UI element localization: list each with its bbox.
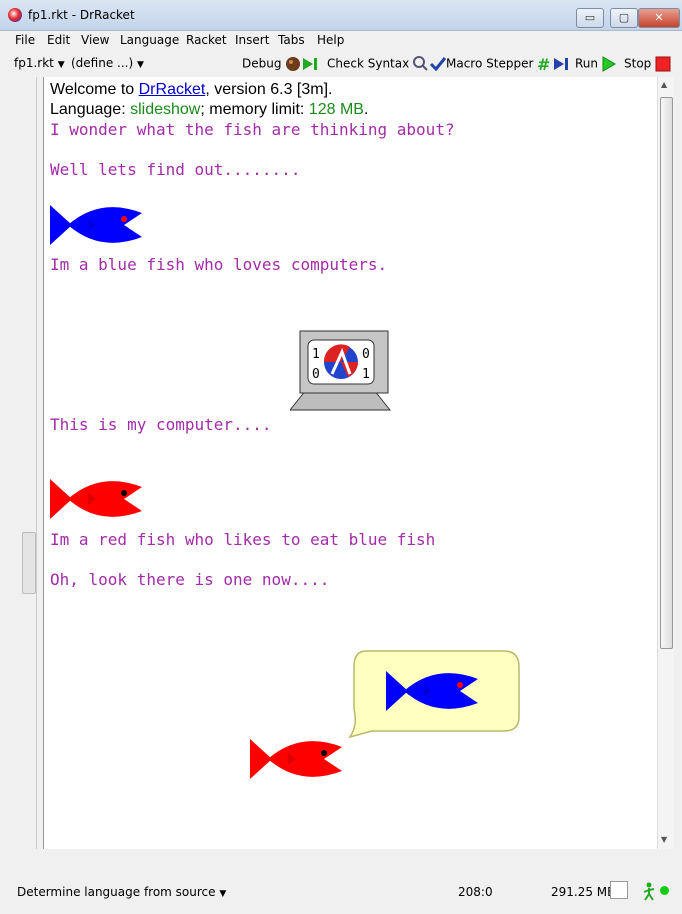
scroll-down-arrow-icon[interactable]: ▼ [661,835,667,844]
macro-stepper-label: Macro Stepper [446,56,534,71]
drracket-link[interactable]: DrRacket [139,81,206,98]
memory-limit: 128 MB [308,101,364,118]
menu-help[interactable]: Help [317,33,344,47]
menu-bar: File Edit View Language Racket Insert Ta… [0,31,682,51]
output-line: Oh, look there is one now.... [50,570,330,589]
panel-splitter-handle[interactable] [22,532,36,594]
welcome-suffix: , version 6.3 [3m]. [205,81,333,98]
title-bar: fp1.rkt - DrRacket ▭ ▢ ✕ [0,0,682,31]
menu-language[interactable]: Language [120,33,179,47]
check-syntax-label: Check Syntax [327,56,410,71]
macro-stepper-icon: # [537,56,569,72]
macro-stepper-button[interactable]: Macro Stepper # [446,56,573,72]
run-button[interactable]: Run [575,56,616,72]
language-mode-label: Determine language from source [17,885,216,899]
output-line: I wonder what the fish are thinking abou… [50,120,455,139]
welcome-prefix: Welcome to [50,81,139,98]
vertical-scrollbar[interactable]: ▲ ▼ [657,77,674,849]
language-prefix: Language: [50,101,131,118]
blue-fish-image [50,205,142,245]
debug-button[interactable]: Debug [242,56,319,72]
output-line: Im a blue fish who loves computers. [50,255,388,274]
chevron-down-icon: ▼ [137,60,144,70]
cursor-position: 208:0 [458,885,493,899]
play-icon [602,56,616,72]
red-fish-image [50,479,142,519]
computer-digit: 0 [362,347,370,362]
minimize-button[interactable]: ▭ [576,8,604,28]
file-selector-label: fp1.rkt [14,56,54,70]
toolbar: fp1.rkt ▼ (define ...) ▼ Debug Check Syn… [0,51,682,75]
language-mode-selector[interactable]: Determine language from source ▼ [17,885,226,899]
define-selector-label: (define ...) [71,56,134,70]
close-button[interactable]: ✕ [638,8,680,28]
stop-icon [655,56,671,72]
scrollbar-thumb[interactable] [660,97,673,649]
scroll-up-arrow-icon[interactable]: ▲ [661,80,667,89]
menu-racket[interactable]: Racket [186,33,227,47]
menu-file[interactable]: File [15,33,35,47]
debug-icon [286,57,318,71]
check-syntax-button[interactable]: Check Syntax [327,56,447,72]
run-label: Run [575,56,599,71]
define-selector[interactable]: (define ...) ▼ [71,56,144,70]
red-fish-in-scene [250,739,342,779]
left-gutter [8,77,37,849]
gc-indicator [610,881,628,899]
menu-edit[interactable]: Edit [47,33,70,47]
output-line: Well lets find out........ [50,160,301,179]
stop-label: Stop [624,56,652,71]
svg-text:#: # [537,56,550,72]
file-selector[interactable]: fp1.rkt ▼ [14,56,65,70]
running-person-icon [643,882,655,901]
language-line-end: . [363,101,369,118]
memory-usage[interactable]: 291.25 MB [551,885,615,899]
memory-prefix: ; memory limit: [200,101,309,118]
language-line: Language: slideshow; memory limit: 128 M… [50,101,368,119]
debug-label: Debug [242,56,282,71]
interactions-pane[interactable]: Welcome to DrRacket, version 6.3 [3m]. L… [43,77,658,849]
fish-thought-scene [250,650,520,779]
output-line: This is my computer.... [50,415,272,434]
status-indicator [660,886,669,895]
menu-insert[interactable]: Insert [235,33,269,47]
stop-button[interactable]: Stop [624,56,671,72]
computer-image: 1 0 0 1 [290,330,392,411]
window-title: fp1.rkt - DrRacket [28,8,135,22]
computer-digit: 1 [362,367,370,382]
menu-tabs[interactable]: Tabs [278,33,305,47]
chevron-down-icon: ▼ [57,60,65,70]
computer-digit: 1 [312,347,320,362]
menu-view[interactable]: View [81,33,109,47]
computer-digit: 0 [312,367,320,382]
welcome-line: Welcome to DrRacket, version 6.3 [3m]. [50,81,332,99]
chevron-down-icon: ▼ [219,889,227,899]
check-syntax-icon [413,56,447,72]
maximize-button[interactable]: ▢ [610,8,638,28]
output-line: Im a red fish who likes to eat blue fish [50,530,436,549]
language-name: slideshow [130,101,201,118]
status-bar: Determine language from source ▼ 208:0 2… [8,850,674,910]
drracket-logo-icon [8,8,22,22]
